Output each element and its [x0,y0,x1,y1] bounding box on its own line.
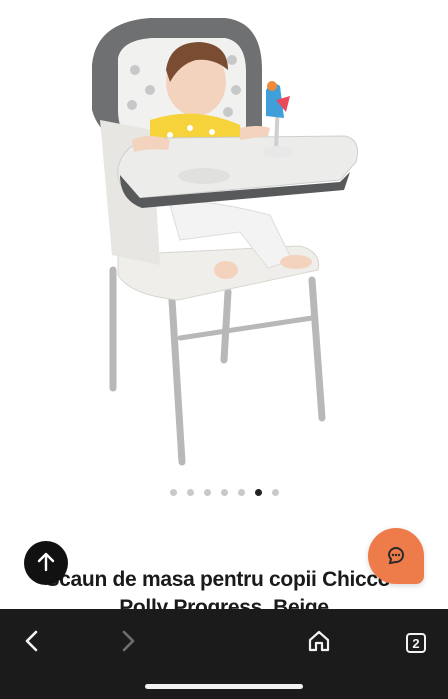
carousel-dot[interactable] [220,488,228,496]
chat-bubble-icon [384,543,408,570]
scroll-to-top-button[interactable] [24,541,68,585]
home-icon [307,629,331,658]
browser-toolbar: 2 [0,609,448,699]
chevron-left-icon [22,629,42,658]
back-button[interactable] [10,619,54,667]
carousel-dot[interactable] [169,488,177,496]
carousel-dot[interactable] [203,488,211,496]
carousel-dot[interactable] [271,488,279,496]
forward-button[interactable] [106,619,150,667]
carousel-dots [0,486,448,498]
home-button[interactable] [297,619,341,667]
carousel-dot[interactable] [186,488,194,496]
arrow-up-icon [35,551,57,576]
tabs-button[interactable]: 2 [394,619,438,667]
tab-count-badge: 2 [406,633,426,653]
product-image[interactable] [0,0,448,480]
chair-legs [109,266,326,466]
home-indicator[interactable] [145,684,303,689]
chat-button[interactable] [368,528,424,584]
carousel-dot[interactable] [254,488,262,496]
carousel-dot[interactable] [237,488,245,496]
chevron-right-icon [118,629,138,658]
